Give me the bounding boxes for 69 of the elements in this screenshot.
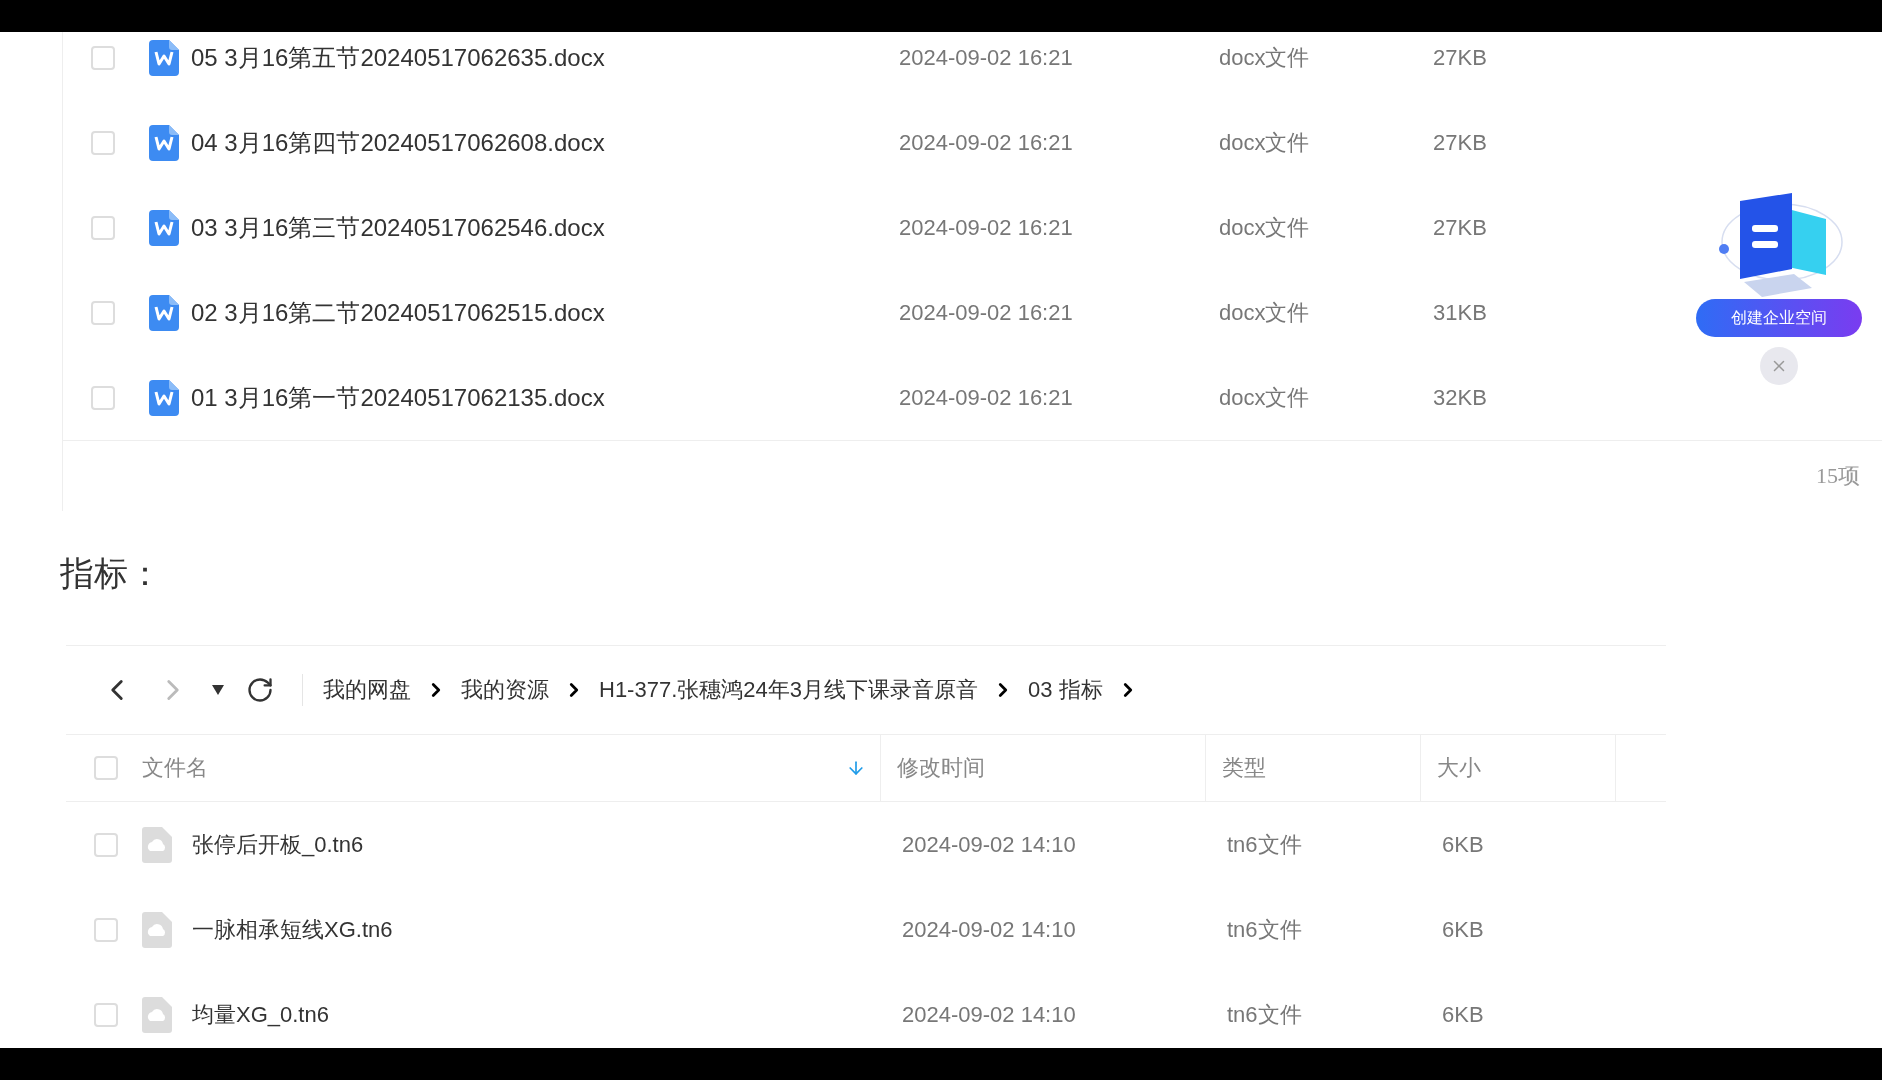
checkbox[interactable] <box>94 1002 118 1027</box>
column-label: 类型 <box>1222 754 1266 782</box>
checkbox[interactable] <box>91 385 115 410</box>
file-icon <box>142 996 172 1033</box>
checkbox[interactable] <box>94 917 118 942</box>
checkbox[interactable] <box>91 130 115 155</box>
modified-date: 2024-09-02 16:21 <box>899 299 1074 326</box>
file-name: 05 3月16第五节20240517062635.docx <box>191 42 606 73</box>
file-size: 6KB <box>1442 916 1485 943</box>
checkbox[interactable] <box>91 300 115 325</box>
file-type: tn6文件 <box>1227 830 1303 859</box>
document-icon <box>149 294 179 331</box>
file-size: 27KB <box>1433 129 1488 156</box>
file-size: 6KB <box>1442 1001 1485 1028</box>
file-name: 02 3月16第二节20240517062515.docx <box>191 297 606 328</box>
section-heading: 指标： <box>60 553 162 594</box>
column-label: 文件名 <box>142 754 208 782</box>
column-header[interactable]: 文件名 <box>118 735 881 801</box>
breadcrumb-link[interactable]: 03 指标 <box>1028 675 1103 705</box>
file-size: 31KB <box>1433 299 1488 326</box>
column-header[interactable]: 大小 <box>1421 735 1616 801</box>
file-size: 32KB <box>1433 384 1488 411</box>
breadcrumb-link[interactable]: 我的资源 <box>461 675 549 705</box>
file-size: 27KB <box>1433 214 1488 241</box>
file-type: docx文件 <box>1219 213 1311 242</box>
modified-date: 2024-09-02 14:10 <box>902 916 1077 943</box>
create-space-button[interactable]: 创建企业空间 <box>1696 299 1862 337</box>
modified-date: 2024-09-02 14:10 <box>902 1001 1077 1028</box>
file-size: 6KB <box>1442 831 1485 858</box>
file-type: tn6文件 <box>1227 915 1303 944</box>
breadcrumb-link[interactable]: 我的网盘 <box>323 675 411 705</box>
column-header[interactable]: 修改时间 <box>881 735 1206 801</box>
file-size: 27KB <box>1433 44 1488 71</box>
file-icon <box>142 911 172 948</box>
file-type: docx文件 <box>1219 128 1311 157</box>
history-button[interactable] <box>212 685 224 695</box>
modified-date: 2024-09-02 16:21 <box>899 129 1074 156</box>
column-label: 修改时间 <box>897 754 985 782</box>
checkbox[interactable] <box>94 756 118 780</box>
modified-date: 2024-09-02 16:21 <box>899 44 1074 71</box>
document-icon <box>149 379 179 416</box>
checkbox[interactable] <box>91 45 115 70</box>
checkbox[interactable] <box>91 215 115 240</box>
column-label: 大小 <box>1437 754 1481 782</box>
modified-date: 2024-09-02 14:10 <box>902 831 1077 858</box>
file-type: tn6文件 <box>1227 1000 1303 1029</box>
file-name: 张停后开板_0.tn6 <box>192 830 365 859</box>
item-count: 15项 <box>1816 462 1860 490</box>
file-type: docx文件 <box>1219 43 1311 72</box>
document-icon <box>149 39 179 76</box>
document-icon <box>149 209 179 246</box>
file-name: 03 3月16第三节20240517062546.docx <box>191 212 606 243</box>
close-button[interactable] <box>1760 347 1798 385</box>
modified-date: 2024-09-02 16:21 <box>899 384 1074 411</box>
file-name: 一脉相承短线XG.tn6 <box>192 915 394 944</box>
file-name: 04 3月16第四节20240517062608.docx <box>191 127 606 158</box>
file-name: 均量XG_0.tn6 <box>192 1000 330 1029</box>
checkbox[interactable] <box>94 832 118 857</box>
file-name: 01 3月16第一节20240517062135.docx <box>191 382 606 413</box>
file-type: docx文件 <box>1219 383 1311 412</box>
file-icon <box>142 826 172 863</box>
refresh-button[interactable] <box>246 676 274 704</box>
refresh-icon <box>246 676 274 704</box>
breadcrumb-link[interactable]: H1-377.张穗鸿24年3月线下课录音原音 <box>599 675 978 705</box>
document-icon <box>149 124 179 161</box>
column-header[interactable]: 类型 <box>1206 735 1421 801</box>
dropdown-icon <box>212 685 224 695</box>
modified-date: 2024-09-02 16:21 <box>899 214 1074 241</box>
file-type: docx文件 <box>1219 298 1311 327</box>
